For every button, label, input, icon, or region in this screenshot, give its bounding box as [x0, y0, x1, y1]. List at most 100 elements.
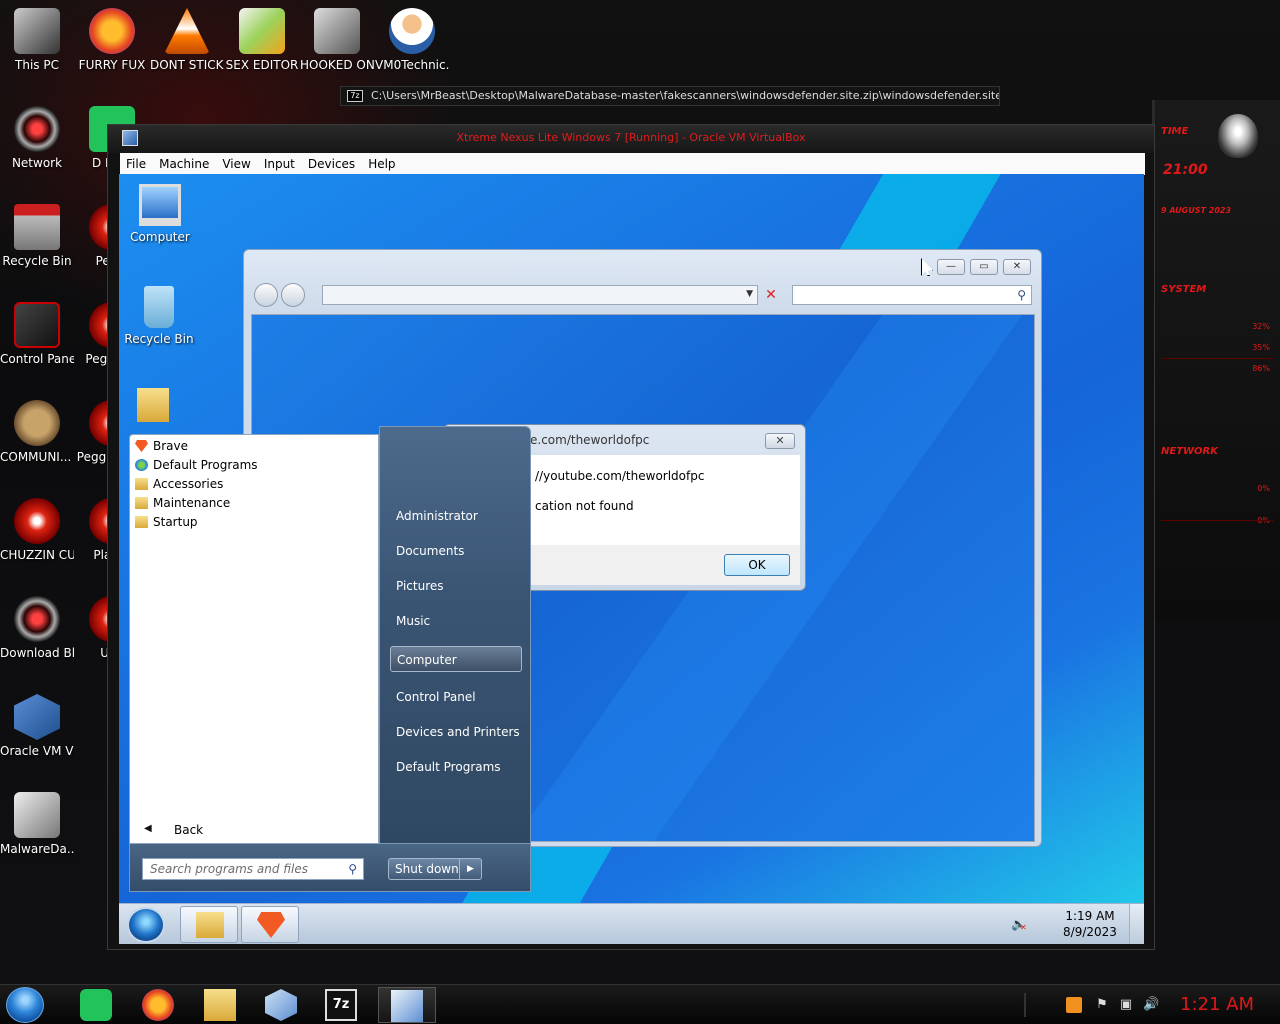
start-program-maintenance[interactable]: Maintenance: [134, 494, 374, 513]
doctor-icon: [389, 8, 435, 54]
explorer-folder-icon: [196, 912, 224, 938]
virtualbox-title: Xtreme Nexus Lite Windows 7 [Running] - …: [456, 131, 806, 144]
file-explorer-icon[interactable]: [204, 989, 236, 1021]
host-desktop-icon[interactable]: Recycle Bin: [0, 204, 74, 269]
virtualbox-icon: [14, 694, 60, 740]
host-start-button[interactable]: [6, 987, 44, 1023]
search-input[interactable]: ⚲: [792, 285, 1032, 305]
start-place-documents[interactable]: Documents: [390, 538, 522, 564]
guest-screen[interactable]: Computer Recycle Bin — ▭ ✕ ▼ ✕ ⚲ e.com/t…: [119, 174, 1144, 944]
start-place-default-programs[interactable]: Default Programs: [390, 754, 522, 780]
ok-button[interactable]: OK: [724, 554, 790, 576]
guest-recycle-bin-icon[interactable]: Recycle Bin: [121, 286, 197, 346]
taskbar-active-vbox-window[interactable]: [378, 987, 436, 1023]
start-place-devices-printers[interactable]: Devices and Printers: [390, 719, 522, 745]
guest-computer-icon[interactable]: Computer: [122, 184, 198, 244]
chevron-down-icon[interactable]: ▼: [746, 289, 753, 299]
shutdown-options-arrow-icon[interactable]: ▶: [460, 858, 482, 880]
guest-clock-date[interactable]: 8/9/2023: [1059, 925, 1121, 939]
guest-folder-icon[interactable]: [119, 388, 191, 426]
forward-button[interactable]: [281, 283, 305, 307]
host-desktop-icon[interactable]: SEX EDITOR: [225, 8, 299, 73]
start-menu-programs-pane: Brave Default Programs Accessories Maint…: [129, 434, 379, 844]
gadget-pct-3: 86%: [1252, 364, 1270, 373]
shutdown-button[interactable]: Shut down: [388, 858, 460, 880]
host-desktop-icon[interactable]: Download Black Ali...: [0, 596, 74, 661]
gadget-pct-2: 35%: [1252, 343, 1270, 352]
host-desktop-icon[interactable]: FURRY FUX: [75, 8, 149, 73]
menu-machine[interactable]: Machine: [159, 157, 209, 171]
menu-devices[interactable]: Devices: [308, 157, 355, 171]
firefox-icon[interactable]: [142, 989, 174, 1021]
host-address-strip[interactable]: 7z C:\Users\MrBeast\Desktop\MalwareDatab…: [340, 86, 1000, 106]
virtualbox-titlebar[interactable]: Xtreme Nexus Lite Windows 7 [Running] - …: [108, 125, 1154, 153]
vlc-cone-icon: [164, 8, 210, 54]
host-icon-label: CHUZZIN CUM: [0, 548, 74, 562]
back-button[interactable]: [254, 283, 278, 307]
volume-tray-icon[interactable]: 🔊: [1143, 997, 1159, 1013]
host-icon-label: This PC: [15, 58, 59, 72]
action-center-flag-icon[interactable]: ⚑: [1094, 997, 1110, 1013]
address-bar[interactable]: ▼: [322, 285, 758, 305]
menu-help[interactable]: Help: [368, 157, 395, 171]
taskbar-brave-button[interactable]: [241, 906, 299, 943]
tray-separator: [1024, 993, 1026, 1017]
start-program-accessories[interactable]: Accessories: [134, 475, 374, 494]
start-search-input[interactable]: Search programs and files ⚲: [142, 858, 364, 880]
network-icon: [14, 106, 60, 152]
tray-app-icon[interactable]: [1066, 997, 1082, 1013]
start-place-administrator[interactable]: Administrator: [390, 503, 522, 529]
search-icon[interactable]: ⚲: [1017, 288, 1026, 302]
menu-file[interactable]: File: [126, 157, 146, 171]
start-place-music[interactable]: Music: [390, 608, 522, 634]
minimize-button[interactable]: —: [937, 259, 965, 275]
virtualbox-icon[interactable]: [265, 989, 297, 1021]
network-tray-icon[interactable]: ▣: [1118, 997, 1134, 1013]
host-desktop-icon[interactable]: DONT STICK THIS IN YO...: [150, 8, 224, 73]
virtualbox-menubar: File Machine View Input Devices Help: [120, 153, 1145, 175]
start-place-control-panel[interactable]: Control Panel: [390, 684, 522, 710]
host-desktop-icon[interactable]: Network: [0, 106, 74, 171]
guest-start-button[interactable]: [127, 907, 165, 943]
dialog-message-error: cation not found: [535, 499, 634, 513]
host-icon-label: Download Black Ali...: [0, 646, 74, 660]
host-icon-label: SEX EDITOR: [225, 58, 299, 72]
address-path: C:\Users\MrBeast\Desktop\MalwareDatabase…: [371, 89, 1000, 102]
host-desktop-icon[interactable]: Control Panel: [0, 302, 74, 367]
host-clock[interactable]: 1:21 AM: [1180, 994, 1254, 1015]
start-place-computer[interactable]: Computer: [390, 646, 522, 672]
host-icon-label: Network: [11, 156, 63, 170]
start-program-brave[interactable]: Brave: [134, 437, 374, 456]
stop-icon[interactable]: ✕: [762, 286, 780, 304]
close-button[interactable]: ✕: [1003, 259, 1031, 275]
start-program-startup[interactable]: Startup: [134, 513, 374, 532]
host-desktop-icon[interactable]: CHUZZIN CUM: [0, 498, 74, 563]
show-desktop-button[interactable]: [1129, 904, 1144, 944]
host-desktop-icon[interactable]: VM0Technic...: [375, 8, 449, 73]
folder-icon: [135, 478, 148, 490]
host-desktop-icon[interactable]: MalwareDa...: [0, 792, 74, 857]
maximize-button[interactable]: ▭: [970, 259, 998, 275]
start-menu-footer: Search programs and files ⚲ Shut down ▶: [129, 844, 531, 892]
menu-input[interactable]: Input: [264, 157, 295, 171]
search-icon: ⚲: [348, 862, 357, 876]
control-panel-icon: [14, 302, 60, 348]
host-desktop-icon[interactable]: HOOKED ON XONI...: [300, 8, 374, 73]
guest-clock-time[interactable]: 1:19 AM: [1059, 909, 1121, 923]
start-back-button[interactable]: ◀ Back: [136, 823, 203, 837]
folder-icon: [135, 516, 148, 528]
recycle-bin-icon: [14, 204, 60, 250]
7zip-icon[interactable]: 7z: [325, 989, 357, 1021]
menu-view[interactable]: View: [222, 157, 250, 171]
volume-muted-icon[interactable]: 🔈 ✕: [1011, 917, 1027, 932]
notes-icon[interactable]: [80, 989, 112, 1021]
taskbar-explorer-button[interactable]: [180, 906, 238, 943]
host-desktop-icon[interactable]: This PC: [0, 8, 74, 73]
start-place-pictures[interactable]: Pictures: [390, 573, 522, 599]
start-program-default-programs[interactable]: Default Programs: [134, 456, 374, 475]
host-icon-label: Control Panel: [0, 352, 74, 366]
dialog-title: e.com/theworldofpc: [530, 433, 650, 447]
dialog-close-icon[interactable]: ✕: [765, 433, 795, 449]
host-desktop-icon[interactable]: Oracle VM VirtualBox: [0, 694, 74, 759]
host-desktop-icon[interactable]: COMMUNI... HATE THIS ...: [0, 400, 74, 465]
